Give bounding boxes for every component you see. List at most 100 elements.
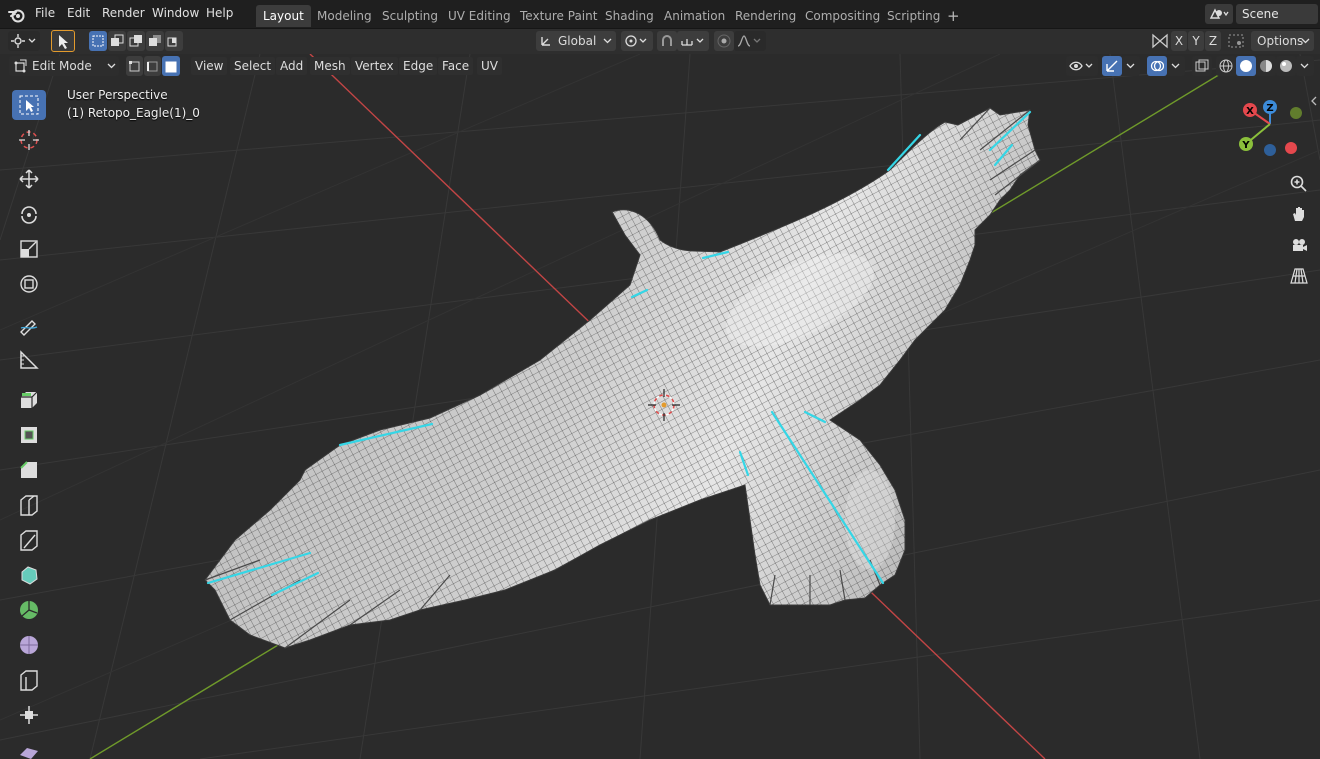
menu-face[interactable]: Face: [438, 57, 474, 75]
tab-modeling[interactable]: Modeling: [310, 5, 379, 27]
tool-select-box[interactable]: [12, 90, 46, 120]
wireframe-shading-button[interactable]: [1216, 56, 1236, 76]
scene-selector-button[interactable]: [1205, 4, 1233, 24]
tool-knife[interactable]: [12, 525, 46, 555]
transform-orientation-dropdown[interactable]: Global: [536, 31, 616, 51]
menu-file[interactable]: File: [35, 6, 55, 20]
mirror-z-toggle[interactable]: Z: [1205, 31, 1221, 51]
menu-select[interactable]: Select: [230, 57, 276, 75]
menu-window[interactable]: Window: [152, 6, 199, 20]
navigation-gizmo[interactable]: Z X Y: [1232, 96, 1308, 160]
overlay-dropdown[interactable]: [1167, 56, 1185, 76]
sidebar-toggle-icon[interactable]: [1310, 96, 1318, 106]
tab-sculpting[interactable]: Sculpting: [375, 5, 445, 27]
edge-select-mode-button[interactable]: [144, 56, 161, 76]
rendered-shading-button[interactable]: [1276, 56, 1296, 76]
shading-dropdown[interactable]: [1296, 56, 1314, 76]
menu-help[interactable]: Help: [206, 6, 233, 20]
tab-texture-paint[interactable]: Texture Paint: [513, 5, 604, 27]
menu-edge[interactable]: Edge: [399, 57, 438, 75]
tool-shrink-fatten[interactable]: [12, 700, 46, 730]
select-mode-new-button[interactable]: [89, 31, 107, 51]
add-workspace-button[interactable]: +: [940, 5, 967, 27]
options-dropdown[interactable]: Options: [1251, 31, 1314, 51]
tab-compositing[interactable]: Compositing: [798, 5, 887, 27]
select-difference-icon: [149, 35, 161, 46]
mirror-butterfly-icon[interactable]: [1151, 33, 1169, 49]
mode-dropdown[interactable]: Edit Mode: [9, 56, 119, 76]
blender-logo-icon[interactable]: [8, 6, 26, 24]
menu-edit[interactable]: Edit: [67, 6, 90, 20]
tool-annotate[interactable]: [12, 310, 46, 340]
menu-render[interactable]: Render: [102, 6, 145, 20]
tool-poly-build[interactable]: [12, 560, 46, 590]
tool-transform[interactable]: [12, 269, 46, 299]
tool-rotate[interactable]: [12, 199, 46, 229]
menu-view[interactable]: View: [191, 57, 228, 75]
select-mode-intersect-button[interactable]: [165, 31, 183, 51]
xray-toggle-button[interactable]: [1192, 56, 1212, 76]
tool-edge-slide[interactable]: [12, 665, 46, 695]
viewport-object-label: (1) Retopo_Eagle(1)_0: [67, 106, 200, 120]
tool-inset-faces[interactable]: [12, 420, 46, 450]
tab-layout[interactable]: Layout: [256, 5, 311, 27]
snap-toggle-button[interactable]: [657, 31, 677, 51]
gizmo-toggle-button[interactable]: [1102, 56, 1122, 76]
grid-perspective-icon: [1290, 268, 1308, 284]
poly-build-icon: [21, 566, 38, 585]
tool-spin[interactable]: [12, 595, 46, 625]
solid-shading-button[interactable]: [1236, 56, 1256, 76]
face-select-mode-button[interactable]: [162, 56, 180, 76]
pan-button[interactable]: [1285, 200, 1313, 228]
vertex-select-mode-button[interactable]: [126, 56, 143, 76]
menu-vertex[interactable]: Vertex: [351, 57, 398, 75]
menu-mesh[interactable]: Mesh: [310, 57, 350, 75]
auto-merge-icon[interactable]: [1227, 33, 1245, 49]
visibility-dropdown[interactable]: [1066, 56, 1098, 76]
gizmo-neg-x-axis[interactable]: [1285, 142, 1297, 154]
hand-icon: [1293, 207, 1304, 221]
menu-add[interactable]: Add: [276, 57, 308, 75]
tool-bevel[interactable]: [12, 455, 46, 485]
editor-type-button[interactable]: [8, 31, 40, 51]
gizmo-neg-y-axis[interactable]: [1290, 107, 1302, 119]
tool-measure[interactable]: [12, 345, 46, 375]
proportional-falloff-dropdown[interactable]: [734, 31, 766, 51]
3d-viewport[interactable]: User Perspective (1) Retopo_Eagle(1)_0: [0, 54, 1320, 759]
pivot-point-dropdown[interactable]: [621, 31, 653, 51]
mirror-x-toggle[interactable]: X: [1171, 31, 1187, 51]
tool-cursor[interactable]: [12, 125, 46, 155]
pencil-icon: [20, 320, 38, 336]
camera-view-button[interactable]: [1285, 232, 1313, 260]
tool-scale[interactable]: [12, 234, 46, 264]
rotate-icon: [21, 206, 37, 224]
mirror-y-toggle[interactable]: Y: [1188, 31, 1204, 51]
snap-target-dropdown[interactable]: [677, 31, 709, 51]
tool-shear[interactable]: [12, 735, 46, 759]
perspective-toggle-button[interactable]: [1285, 262, 1313, 290]
tool-move[interactable]: [12, 164, 46, 194]
scene-name-field[interactable]: Scene: [1236, 4, 1318, 24]
material-shading-button[interactable]: [1256, 56, 1276, 76]
menu-uv[interactable]: UV: [477, 57, 502, 75]
tool-extrude-region[interactable]: [12, 385, 46, 415]
tool-loop-cut[interactable]: [12, 490, 46, 520]
zoom-button[interactable]: [1285, 170, 1313, 198]
select-tool-button[interactable]: [51, 30, 75, 52]
select-mode-difference-button[interactable]: [146, 31, 164, 51]
proportional-edit-button[interactable]: [714, 31, 734, 51]
gizmo-dropdown[interactable]: [1122, 56, 1140, 76]
gizmo-y-label: Y: [1241, 140, 1250, 151]
select-mode-extend-button[interactable]: [108, 31, 126, 51]
tab-shading[interactable]: Shading: [598, 5, 661, 27]
tab-scripting[interactable]: Scripting: [880, 5, 947, 27]
bevel-icon: [20, 461, 37, 478]
tab-uv-editing[interactable]: UV Editing: [441, 5, 518, 27]
gizmo-neg-z-axis[interactable]: [1264, 144, 1276, 156]
select-mode-subtract-button[interactable]: [127, 31, 145, 51]
tab-rendering[interactable]: Rendering: [728, 5, 803, 27]
viewport-scene[interactable]: [0, 54, 1320, 759]
tool-smooth[interactable]: [12, 630, 46, 660]
overlay-toggle-button[interactable]: [1147, 56, 1167, 76]
tab-animation[interactable]: Animation: [657, 5, 732, 27]
